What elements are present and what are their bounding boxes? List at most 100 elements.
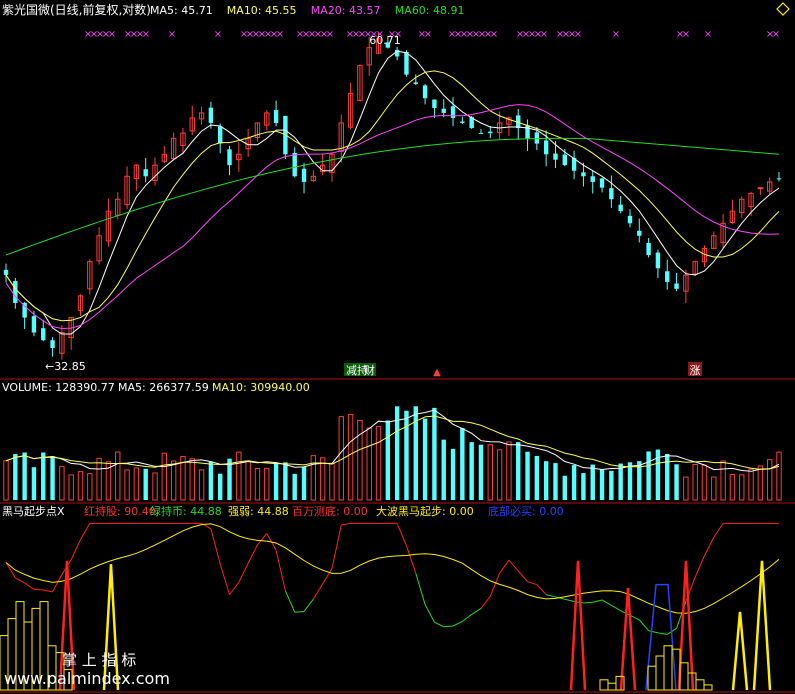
signal-mark: × <box>108 29 116 40</box>
volume-bar-down <box>41 452 46 500</box>
candle-down <box>227 149 232 166</box>
volume-bar-down <box>301 466 307 500</box>
candle-down <box>776 178 782 180</box>
volume-bar-up <box>59 465 65 501</box>
oscillator-segment <box>452 620 463 627</box>
oscillator-segment <box>303 598 314 612</box>
oscillator-segment <box>564 598 575 603</box>
volume-bar-down <box>450 448 456 500</box>
signal-mark: × <box>704 29 712 40</box>
signal-mark: × <box>276 29 284 40</box>
candle-down <box>218 126 223 144</box>
oscillator-segment <box>80 523 91 540</box>
candle-down <box>609 188 614 200</box>
oscillator-segment <box>648 630 659 634</box>
volume-bar-up <box>776 451 782 501</box>
candle-down <box>31 316 37 333</box>
indicator-item-3: 百万测底: 0.00 <box>292 504 368 518</box>
candle-down <box>273 110 279 123</box>
volume-bar-down <box>31 467 37 500</box>
volume-bar-up <box>170 460 177 501</box>
oscillator-segment <box>247 544 258 564</box>
volume-bar-down <box>422 418 428 500</box>
volume-bar-down <box>553 463 558 500</box>
volume-bar-down <box>534 455 540 500</box>
volume-bar-up <box>124 469 130 501</box>
indicator-item-5: 底部必买: 0.00 <box>488 504 564 518</box>
spike-red <box>569 560 587 691</box>
histogram-block <box>695 679 705 691</box>
volume-ma10-line <box>5 415 780 470</box>
oscillator-segment <box>638 619 649 631</box>
histogram-block <box>599 679 609 691</box>
ma10-line <box>5 70 780 322</box>
signal-mark: × <box>424 29 432 40</box>
oscillator-segment <box>434 621 444 628</box>
ma60-line <box>5 137 780 256</box>
price-ma-3: MA60: 48.91 <box>395 4 465 17</box>
oscillator-segment <box>43 589 53 593</box>
candle-down <box>3 269 9 276</box>
volume-bar-up <box>133 467 140 501</box>
volume-bar-down <box>543 461 549 500</box>
volume-ma5: MA5: 266377.59 <box>118 381 209 394</box>
volume-bar-down <box>665 453 670 500</box>
candle-down <box>655 252 661 269</box>
candle-down <box>646 243 651 256</box>
volume-bar-up <box>245 460 251 501</box>
oscillator-segment <box>33 588 44 591</box>
indicator-item-1: 绿持币: 44.88 <box>150 504 222 518</box>
oscillator-segment <box>15 577 25 584</box>
oscillator-segment <box>443 625 454 628</box>
signal-mark: × <box>540 29 548 40</box>
indicator-item-4: 大波黑马起步: 0.00 <box>376 504 474 518</box>
candle-down <box>13 281 18 303</box>
volume-bar-up <box>161 452 168 501</box>
candle-down <box>143 169 148 177</box>
candle-down <box>618 204 623 212</box>
candle-down <box>413 82 418 84</box>
volume-bar-up <box>87 473 93 501</box>
signal-mark: × <box>214 29 222 40</box>
oscillator-segment <box>257 533 268 546</box>
oscillator-segment <box>462 614 472 622</box>
candle-down <box>674 283 679 289</box>
oscillator-segment <box>70 539 81 560</box>
signal-mark: × <box>168 29 176 40</box>
price-low-label: ←32.85 <box>45 360 86 373</box>
oscillator-segment <box>713 523 724 538</box>
oscillator-segment <box>415 573 426 605</box>
oscillator-segment <box>284 590 296 613</box>
oscillator-segment <box>424 604 435 623</box>
candle-down <box>41 328 46 341</box>
volume-bar-down <box>599 469 605 500</box>
volume-bar-down <box>609 470 614 500</box>
oscillator-segment <box>611 604 621 612</box>
signal-mark: × <box>490 29 498 40</box>
volume-bar-up <box>115 451 121 501</box>
volume-bar-up <box>254 467 261 501</box>
volume-bar-up <box>748 468 754 501</box>
oscillator-segment <box>219 563 230 595</box>
volume-bar-up <box>496 449 503 501</box>
volume-bar-down <box>208 461 214 500</box>
candle-down <box>637 230 642 236</box>
oscillator-segment <box>275 550 286 591</box>
volume-bar-down <box>432 407 437 500</box>
strength-line <box>5 523 780 614</box>
candle-down <box>590 176 595 182</box>
volume-title: VOLUME: 128390.77 <box>2 381 115 394</box>
indicator-item-2: 强弱: 44.88 <box>228 505 289 518</box>
oscillator-segment <box>508 559 519 572</box>
stock-chart: 紫光国微(日线,前复权,对数) MA5: 45.71 MA10: 45.55 MA20… <box>0 0 795 693</box>
oscillator-segment <box>527 581 538 586</box>
oscillator-segment <box>601 599 612 606</box>
histogram-block <box>703 684 713 691</box>
volume-bar-up <box>152 472 158 501</box>
volume-bar-up <box>701 464 708 501</box>
volume-bar-down <box>674 464 679 500</box>
volume-bar-up <box>711 476 717 501</box>
volume-bar-up <box>77 471 84 501</box>
histogram-block <box>647 665 657 691</box>
oscillator-segment <box>704 537 715 556</box>
